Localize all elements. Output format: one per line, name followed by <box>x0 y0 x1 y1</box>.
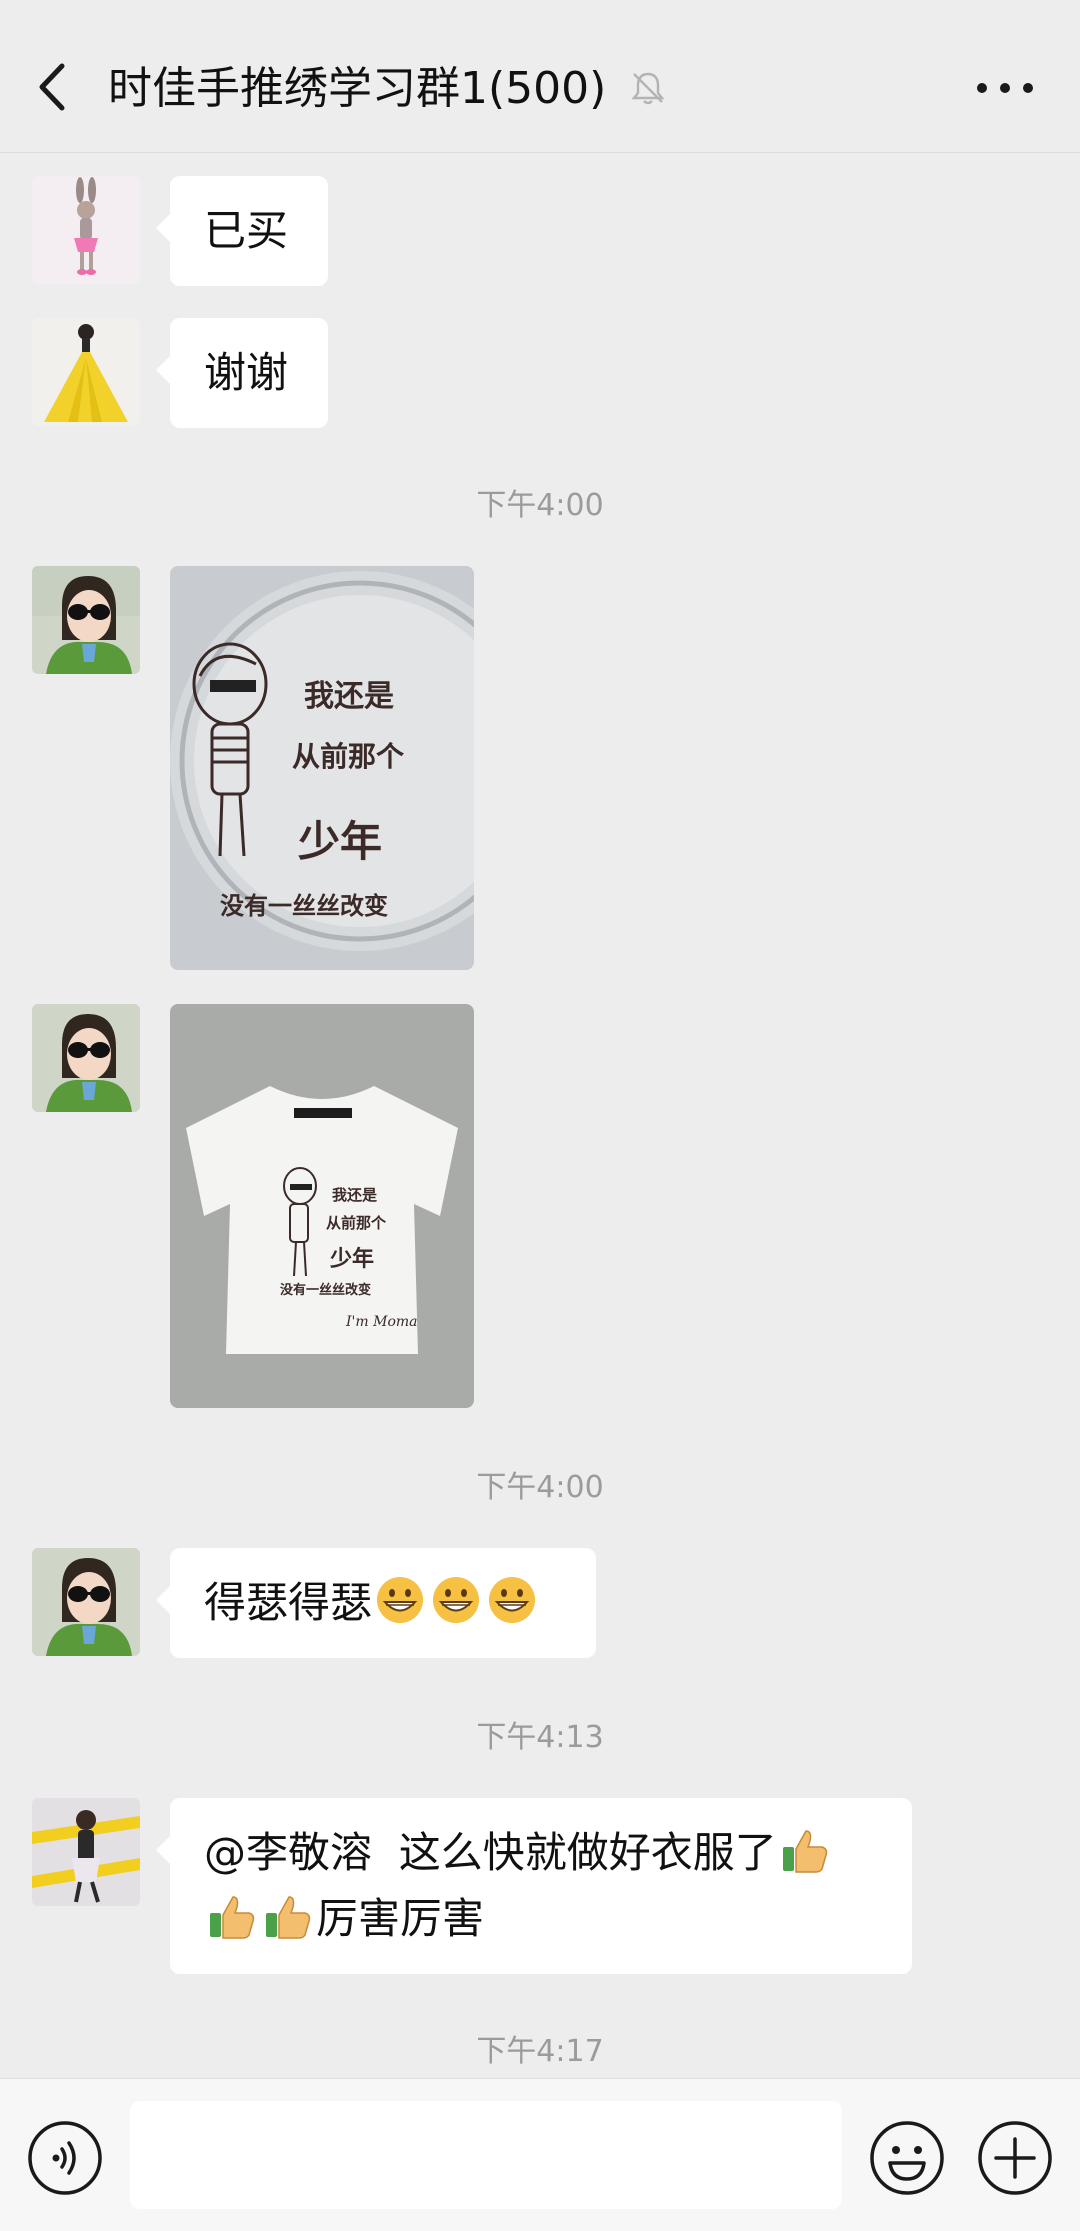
embroidery-text-line4: 没有一丝丝改变 <box>220 891 388 920</box>
message-bubble[interactable]: @李敬溶 这么快就做好衣服了 厉害厉害 <box>156 1798 912 1974</box>
grin-emoji-icon <box>377 1577 424 1623</box>
avatar[interactable] <box>32 318 140 426</box>
embroidery-text-line3: 少年 <box>298 817 382 866</box>
embroidery-text-line2: 从前那个 <box>326 1214 387 1232</box>
plus-button[interactable] <box>976 2119 1054 2197</box>
message-bubble[interactable]: 得瑟得瑟 <box>156 1548 596 1658</box>
smiley-icon <box>870 2121 944 2195</box>
embroidery-text-line4: 没有一丝丝改变 <box>280 1282 371 1298</box>
message-text: 这么快就做好衣服了 <box>398 1828 777 1877</box>
message-bubble[interactable]: 已买 <box>156 176 328 286</box>
thumbs-up-emoji-icon <box>266 1896 311 1939</box>
back-button[interactable] <box>28 52 78 122</box>
embroidery-text-line1: 我还是 <box>332 1186 378 1204</box>
bell-slash-icon <box>628 68 668 108</box>
avatar[interactable] <box>32 1004 140 1112</box>
mention-tag[interactable]: @李敬溶 <box>204 1828 372 1877</box>
thumbs-up-emoji-icon <box>782 1830 827 1873</box>
input-bar <box>0 2078 1080 2231</box>
timestamp: 下午4:13 <box>476 1720 604 1755</box>
timestamp: 下午4:17 <box>476 2034 604 2069</box>
message-line-1: @李敬溶 这么快就做好衣服了 <box>204 1820 878 1886</box>
image-message-hoop[interactable]: 我还是 从前那个 少年 没有一丝丝改变 <box>170 566 474 970</box>
voice-icon <box>28 2121 102 2195</box>
chat-header: 时佳手推绣学习群1(500) <box>0 0 1080 153</box>
embroidery-signature: I'm Moma <box>345 1314 418 1330</box>
embroidery-text-line2: 从前那个 <box>292 740 405 773</box>
voice-button[interactable] <box>26 2119 104 2197</box>
message-input[interactable] <box>130 2101 842 2209</box>
avatar[interactable] <box>32 566 140 674</box>
message-text: 已买 <box>204 206 289 255</box>
plus-circle-icon <box>978 2121 1052 2195</box>
avatar[interactable] <box>32 1798 140 1906</box>
grin-emoji-icon <box>433 1577 480 1623</box>
message-text: 厉害厉害 <box>316 1894 485 1943</box>
chat-title: 时佳手推绣学习群1(500) <box>108 63 607 114</box>
timestamp: 下午4:00 <box>476 488 604 523</box>
message-line-2: 厉害厉害 <box>204 1886 878 1952</box>
avatar[interactable] <box>32 1548 140 1656</box>
more-dots-icon <box>977 83 1033 93</box>
embroidery-text-line1: 我还是 <box>304 679 394 714</box>
embroidery-text-line3: 少年 <box>329 1246 374 1272</box>
image-message-tshirt[interactable]: 我还是 从前那个 少年 没有一丝丝改变 I'm Moma <box>170 1004 474 1408</box>
thumbs-up-emoji-icon <box>210 1896 255 1939</box>
more-button[interactable] <box>970 66 1040 110</box>
message-text: 得瑟得瑟 <box>204 1578 373 1627</box>
timestamp: 下午4:00 <box>476 1470 604 1505</box>
chevron-left-icon <box>39 63 65 111</box>
avatar[interactable] <box>32 176 140 284</box>
message-text: 谢谢 <box>204 348 289 397</box>
message-bubble[interactable]: 谢谢 <box>156 318 328 428</box>
emoji-button[interactable] <box>868 2119 946 2197</box>
grin-emoji-icon <box>489 1577 536 1623</box>
